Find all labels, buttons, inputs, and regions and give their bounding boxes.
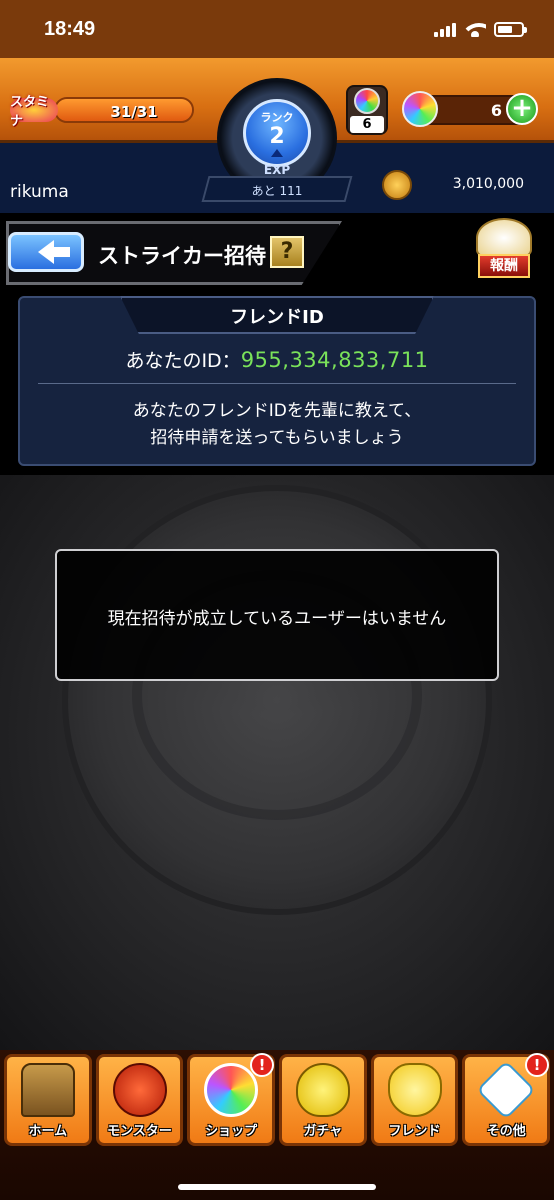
rank-value: 2 (269, 124, 285, 149)
nav-gacha[interactable]: ガチャ (279, 1054, 367, 1146)
username: rikuma (10, 182, 69, 202)
home-indicator[interactable] (178, 1184, 376, 1190)
orb-count: 6 (350, 116, 384, 133)
rank-label: ランク (260, 111, 294, 124)
page-title: ストライカー招待 (98, 244, 266, 268)
battery-icon (494, 21, 527, 37)
nav-label: ショップ (205, 1124, 258, 1139)
alert-badge: ! (250, 1053, 275, 1077)
rank-up-arrow-icon (271, 149, 283, 157)
cellular-signal-icon (434, 21, 456, 37)
shop-orb-icon (204, 1063, 259, 1117)
status-bar: 18:49 (0, 0, 554, 58)
nav-label: その他 (486, 1124, 526, 1139)
reward-button[interactable]: 報酬 (474, 218, 534, 284)
friend-id-value[interactable]: 955,334,833,711 (241, 348, 429, 372)
exp-remaining: あと 111 (251, 184, 303, 198)
nav-home[interactable]: ホーム (4, 1054, 92, 1146)
status-icons (434, 21, 527, 37)
stamina-icon: スタミナ (10, 95, 58, 129)
gacha-egg-icon (295, 1063, 350, 1117)
bottom-nav: ホーム モンスター ショップ ! ガチャ フレンド その他 ! (4, 1053, 551, 1146)
back-button[interactable] (8, 232, 84, 272)
nav-label: フレンド (388, 1124, 441, 1139)
nav-label: ガチャ (303, 1124, 343, 1139)
empty-state-message: 現在招待が成立しているユーザーはいません (107, 609, 447, 629)
divider (38, 383, 516, 384)
reward-emblem-icon (476, 218, 532, 258)
nav-monster[interactable]: モンスター (95, 1054, 184, 1146)
description-line-1: あなたのフレンドIDを先輩に教えて、 (132, 401, 422, 421)
alert-badge: ! (525, 1053, 550, 1077)
nav-friend[interactable]: フレンド (370, 1054, 459, 1146)
nav-label: ホーム (28, 1124, 68, 1139)
description-line-2: 招待申請を送ってもらいましょう (150, 428, 404, 448)
gold-amount: 3,010,000 (452, 176, 524, 192)
wifi-icon (464, 21, 486, 37)
exp-label: EXP (263, 163, 291, 177)
friend-id-heading: フレンドID (230, 307, 324, 328)
friend-id-label: あなたのID： (125, 350, 241, 372)
reward-label: 報酬 (478, 254, 530, 278)
nav-shop[interactable]: ショップ ! (187, 1053, 276, 1146)
home-icon (20, 1063, 75, 1117)
status-time: 18:49 (44, 17, 96, 40)
help-button[interactable]: ? (270, 236, 304, 268)
gem-count: 6 (490, 101, 502, 120)
buy-gems-button[interactable]: + (506, 93, 538, 125)
stamina-value: 31/31 (110, 103, 158, 121)
friend-id-description: あなたのフレンドIDを先輩に教えて、 招待申請を送ってもらいましょう (18, 398, 536, 452)
friend-icon (387, 1063, 442, 1117)
nav-label: モンスター (107, 1124, 172, 1139)
rainbow-orb-icon (354, 88, 380, 114)
back-arrow-icon (38, 240, 70, 264)
gem-icon (402, 91, 438, 127)
nav-other[interactable]: その他 ! (462, 1053, 551, 1146)
friend-id-row: あなたのID：955,334,833,711 (18, 346, 536, 373)
gold-coin-icon (382, 170, 412, 200)
monster-icon (112, 1063, 167, 1117)
